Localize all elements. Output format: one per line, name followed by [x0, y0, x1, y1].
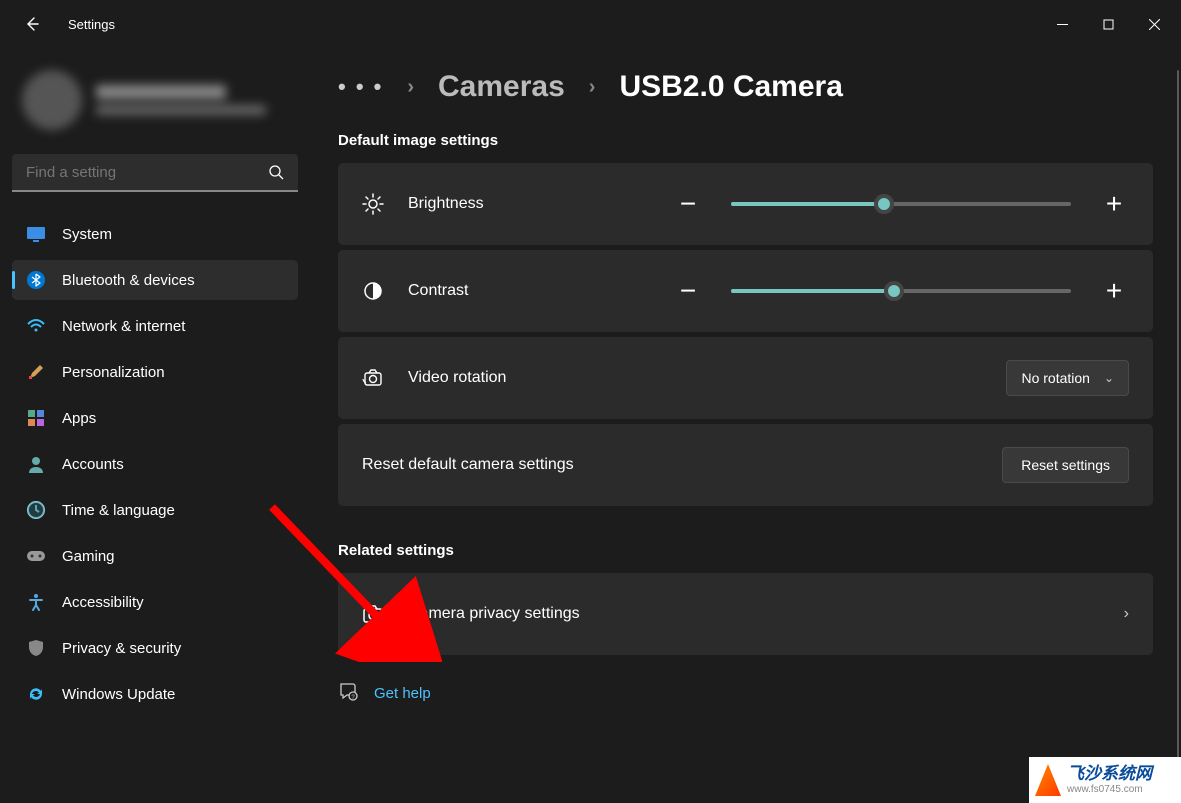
sidebar-item-label: Time & language [62, 502, 175, 519]
person-icon [26, 454, 46, 474]
brightness-label: Brightness [408, 195, 538, 213]
contrast-slider[interactable] [731, 289, 1071, 293]
reset-settings-button[interactable]: Reset settings [1002, 447, 1129, 483]
watermark-url: www.fs0745.com [1067, 784, 1152, 795]
sidebar-item-label: Personalization [62, 364, 165, 381]
sidebar-item-privacy-security[interactable]: Privacy & security [12, 628, 298, 668]
maximize-icon [1103, 19, 1114, 30]
video-rotation-label: Video rotation [408, 369, 538, 387]
brush-icon [26, 362, 46, 382]
camera-rotate-icon [362, 368, 384, 388]
search-icon [268, 164, 284, 185]
wifi-icon [26, 316, 46, 336]
sidebar-item-apps[interactable]: Apps [12, 398, 298, 438]
video-rotation-card: Video rotation No rotation ⌄ [338, 337, 1153, 419]
brightness-decrease-button[interactable]: − [673, 189, 703, 219]
back-arrow-icon [24, 16, 40, 32]
chevron-right-icon: › [589, 76, 596, 99]
section-heading-related: Related settings [338, 542, 1153, 559]
vertical-scrollbar[interactable] [1177, 70, 1179, 780]
nav-list: System Bluetooth & devices Network & int… [10, 214, 300, 714]
sidebar-item-network[interactable]: Network & internet [12, 306, 298, 346]
watermark-logo-icon [1035, 764, 1061, 796]
profile-email [96, 105, 266, 115]
maximize-button[interactable] [1085, 8, 1131, 40]
video-rotation-selected-value: No rotation [1021, 370, 1089, 386]
gamepad-icon [26, 546, 46, 566]
close-button[interactable] [1131, 8, 1177, 40]
apps-icon [26, 408, 46, 428]
sidebar-item-gaming[interactable]: Gaming [12, 536, 298, 576]
brightness-card: Brightness − + [338, 163, 1153, 245]
brightness-slider[interactable] [731, 202, 1071, 206]
sidebar-item-bluetooth-devices[interactable]: Bluetooth & devices [12, 260, 298, 300]
avatar [22, 70, 82, 130]
sidebar-item-label: Accessibility [62, 594, 144, 611]
contrast-label: Contrast [408, 282, 538, 300]
help-chat-icon: ? [338, 681, 358, 705]
user-profile[interactable] [10, 58, 300, 154]
bluetooth-icon [26, 270, 46, 290]
sidebar-item-time-language[interactable]: Time & language [12, 490, 298, 530]
reset-button-label: Reset settings [1021, 457, 1110, 473]
sidebar-item-label: Windows Update [62, 686, 175, 703]
shield-icon [26, 638, 46, 658]
search-input[interactable] [12, 154, 298, 192]
sidebar-item-windows-update[interactable]: Windows Update [12, 674, 298, 714]
contrast-increase-button[interactable]: + [1099, 276, 1129, 306]
sidebar-item-label: Privacy & security [62, 640, 181, 657]
video-rotation-select[interactable]: No rotation ⌄ [1006, 360, 1129, 396]
privacy-label: Camera privacy settings [408, 605, 580, 623]
section-heading-default-image: Default image settings [338, 132, 1153, 149]
chevron-down-icon: ⌄ [1104, 371, 1114, 385]
app-title: Settings [68, 17, 115, 32]
titlebar: Settings [0, 0, 1181, 48]
sidebar-item-accessibility[interactable]: Accessibility [12, 582, 298, 622]
minimize-icon [1057, 19, 1068, 30]
reset-label: Reset default camera settings [362, 456, 574, 474]
help-label: Get help [374, 685, 431, 702]
update-icon [26, 684, 46, 704]
breadcrumb-parent[interactable]: Cameras [438, 70, 565, 104]
monitor-icon [26, 224, 46, 244]
sidebar-item-label: Bluetooth & devices [62, 272, 195, 289]
close-icon [1149, 19, 1160, 30]
contrast-decrease-button[interactable]: − [673, 276, 703, 306]
get-help-link[interactable]: ? Get help [338, 681, 1153, 705]
sidebar-item-personalization[interactable]: Personalization [12, 352, 298, 392]
chevron-right-icon: › [407, 76, 414, 99]
main-content: • • • › Cameras › USB2.0 Camera Default … [310, 48, 1181, 803]
breadcrumb-overflow[interactable]: • • • [338, 74, 383, 100]
contrast-icon [362, 281, 384, 301]
search-box [12, 154, 298, 192]
camera-privacy-settings-link[interactable]: Camera privacy settings › [338, 573, 1153, 655]
brightness-icon [362, 193, 384, 215]
sidebar-item-system[interactable]: System [12, 214, 298, 254]
profile-name [96, 85, 226, 99]
contrast-card: Contrast − + [338, 250, 1153, 332]
sidebar-item-label: System [62, 226, 112, 243]
reset-card: Reset default camera settings Reset sett… [338, 424, 1153, 506]
back-button[interactable] [12, 4, 52, 44]
breadcrumb-current: USB2.0 Camera [619, 70, 842, 104]
breadcrumb: • • • › Cameras › USB2.0 Camera [338, 70, 1153, 104]
sidebar: System Bluetooth & devices Network & int… [0, 48, 310, 803]
sidebar-item-label: Accounts [62, 456, 124, 473]
sidebar-item-label: Apps [62, 410, 96, 427]
sidebar-item-label: Gaming [62, 548, 115, 565]
minimize-button[interactable] [1039, 8, 1085, 40]
brightness-increase-button[interactable]: + [1099, 189, 1129, 219]
accessibility-icon [26, 592, 46, 612]
sidebar-item-label: Network & internet [62, 318, 185, 335]
camera-icon [362, 605, 384, 623]
window-controls [1039, 8, 1177, 40]
sidebar-item-accounts[interactable]: Accounts [12, 444, 298, 484]
watermark-title: 飞沙系统网 [1067, 765, 1152, 784]
chevron-right-icon: › [1124, 605, 1129, 623]
watermark: 飞沙系统网 www.fs0745.com [1029, 757, 1181, 803]
clock-icon [26, 500, 46, 520]
